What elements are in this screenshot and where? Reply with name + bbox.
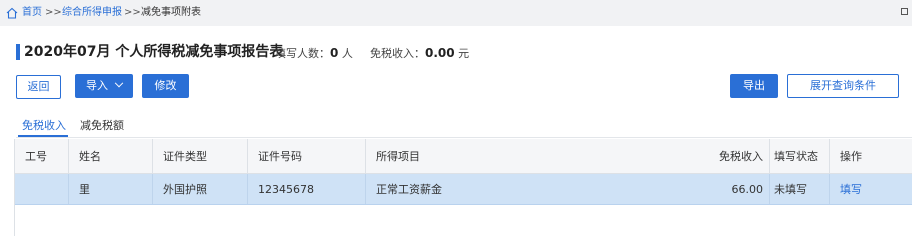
back-button[interactable]: 返回 <box>16 75 61 99</box>
cell-employee-id <box>15 174 69 204</box>
breadcrumb-current: 减免事项附表 <box>141 7 201 18</box>
column-header-name[interactable]: 姓名 <box>69 139 153 173</box>
cell-actions: 填写 <box>830 174 912 204</box>
column-header-id-type[interactable]: 证件类型 <box>153 139 248 173</box>
filled-count: 填写人数：0 人 <box>275 45 353 62</box>
cell-income-item: 正常工资薪金 <box>376 183 442 196</box>
filled-count-label: 填写人数： <box>275 47 330 60</box>
breadcrumb: 首页 >> 综合所得申报 >> 减免事项附表 <box>0 0 912 26</box>
breadcrumb-separator: >> <box>45 7 62 18</box>
column-header-tax-free-income[interactable]: 免税收入 <box>686 139 770 173</box>
cell-id-type: 外国护照 <box>153 174 248 204</box>
table-header-row: 工号 姓名 证件类型 证件号码 所得项目 免税收入 填写状态 操作 <box>15 139 912 174</box>
breadcrumb-home-link[interactable]: 首页 <box>22 6 42 20</box>
title-accent-bar <box>16 44 20 60</box>
breadcrumb-separator: >> <box>124 7 141 18</box>
tax-free-income-unit: 元 <box>458 47 470 60</box>
table-row[interactable]: 里 外国护照 12345678 正常工资薪金 66.00 未填写 填写 <box>15 174 912 205</box>
column-header-id-number[interactable]: 证件号码 <box>248 139 366 173</box>
import-button-label: 导入 <box>86 79 108 92</box>
cell-id-number: 12345678 <box>248 174 366 204</box>
tax-free-income-label: 免税收入： <box>370 47 425 60</box>
page-title: 2020年07月 个人所得税减免事项报告表 <box>24 44 284 60</box>
fill-in-link[interactable]: 填写 <box>840 181 862 197</box>
filled-count-unit: 人 <box>341 47 353 60</box>
home-icon[interactable] <box>5 6 19 20</box>
chevron-down-icon <box>114 78 124 88</box>
restore-icon[interactable] <box>901 8 908 15</box>
import-button[interactable]: 导入 <box>75 74 133 98</box>
expand-search-button[interactable]: 展开查询条件 <box>787 74 899 98</box>
edit-button[interactable]: 修改 <box>142 74 189 98</box>
cell-name: 里 <box>69 174 153 204</box>
breadcrumb-tax-return-link[interactable]: 综合所得申报 <box>62 6 122 20</box>
cell-tax-free-income: 66.00 <box>686 174 770 204</box>
column-header-status[interactable]: 填写状态 <box>770 139 830 173</box>
tabs-divider <box>16 137 912 138</box>
export-button[interactable]: 导出 <box>730 74 778 98</box>
cell-status: 未填写 <box>770 174 830 204</box>
tax-free-income-summary: 免税收入：0.00 元 <box>370 45 469 62</box>
tax-free-income-value: 0.00 <box>425 46 455 60</box>
column-header-employee-id[interactable]: 工号 <box>15 139 69 173</box>
filled-count-value: 0 <box>330 46 339 60</box>
tab-tax-reduction[interactable]: 减免税额 <box>80 119 124 133</box>
column-header-actions: 操作 <box>830 139 912 173</box>
tab-tax-free-income[interactable]: 免税收入 <box>22 119 66 133</box>
records-table: 工号 姓名 证件类型 证件号码 所得项目 免税收入 填写状态 操作 里 外国护照… <box>14 139 912 236</box>
